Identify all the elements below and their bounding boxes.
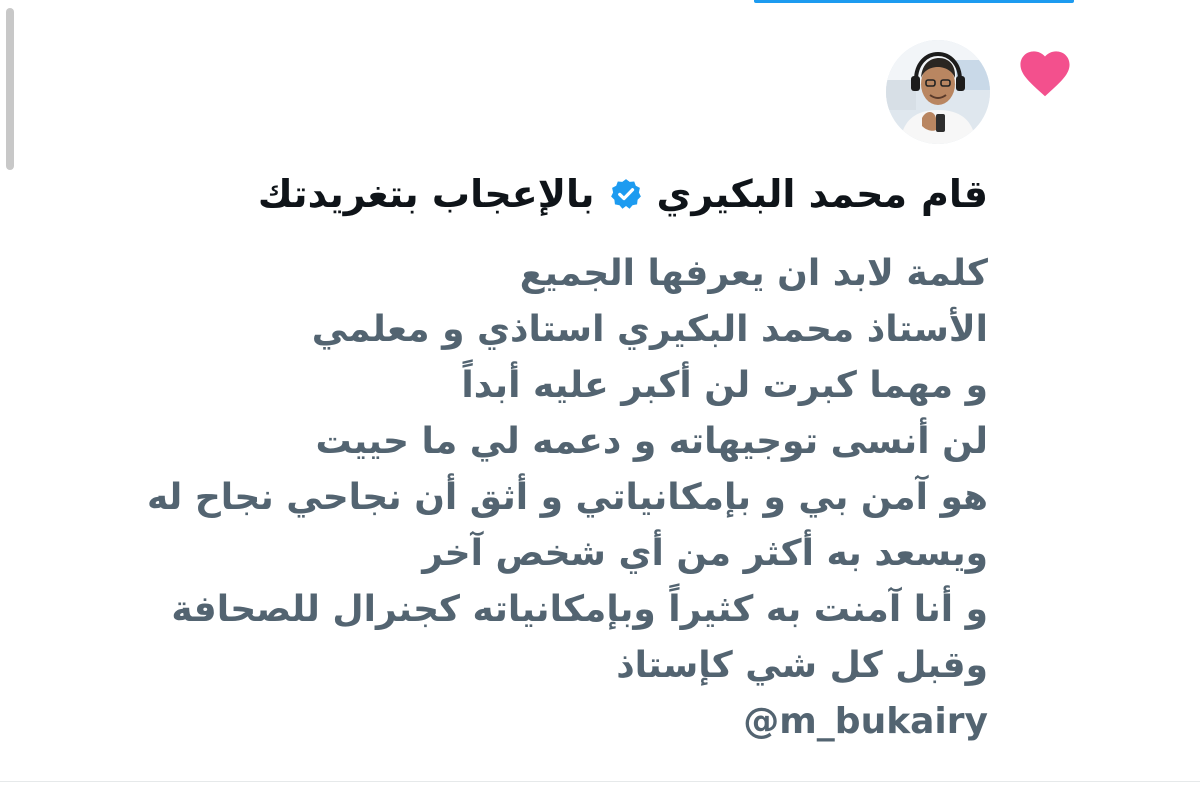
tweet-line: لن أنسى توجيهاته و دعمه لي ما حييت (315, 421, 988, 462)
tweet-line: وقبل كل شي كإستاذ (616, 645, 988, 686)
top-loading-indicator (754, 0, 1074, 3)
tweet-line: هو آمن بي و بإمكانياتي و أثق أن نجاحي نج… (146, 477, 988, 518)
user-name[interactable]: محمد البكيري (657, 168, 907, 220)
avatar[interactable] (886, 40, 990, 144)
mention-line: @m_bukairy (58, 694, 988, 750)
verified-badge-icon (610, 179, 641, 209)
tweet-line: الأستاذ محمد البكيري استاذي و معلمي (311, 309, 988, 350)
tweet-line: و أنا آمنت به كثيراً وبإمكانياته كجنرال … (171, 589, 988, 630)
mention-link[interactable]: @m_bukairy (743, 701, 988, 742)
tweet-line: كلمة لابد ان يعرفها الجميع (519, 253, 988, 294)
notification-prefix: قام (920, 172, 988, 216)
notification-suffix: بالإعجاب بتغريدتك (257, 172, 595, 216)
heart-icon (1020, 51, 1070, 97)
notification-header: قام محمد البكيري بالإعجاب بتغريدتك (258, 168, 988, 220)
tweet-text[interactable]: كلمة لابد ان يعرفها الجميع الأستاذ محمد … (58, 246, 988, 750)
tweet-line: ويسعد به أكثر من أي شخص آخر (422, 533, 988, 574)
avatar-photo (886, 40, 990, 144)
divider (0, 781, 1200, 782)
scrollbar[interactable] (6, 8, 14, 170)
tweet-line: و مهما كبرت لن أكبر عليه أبداً (461, 365, 988, 406)
